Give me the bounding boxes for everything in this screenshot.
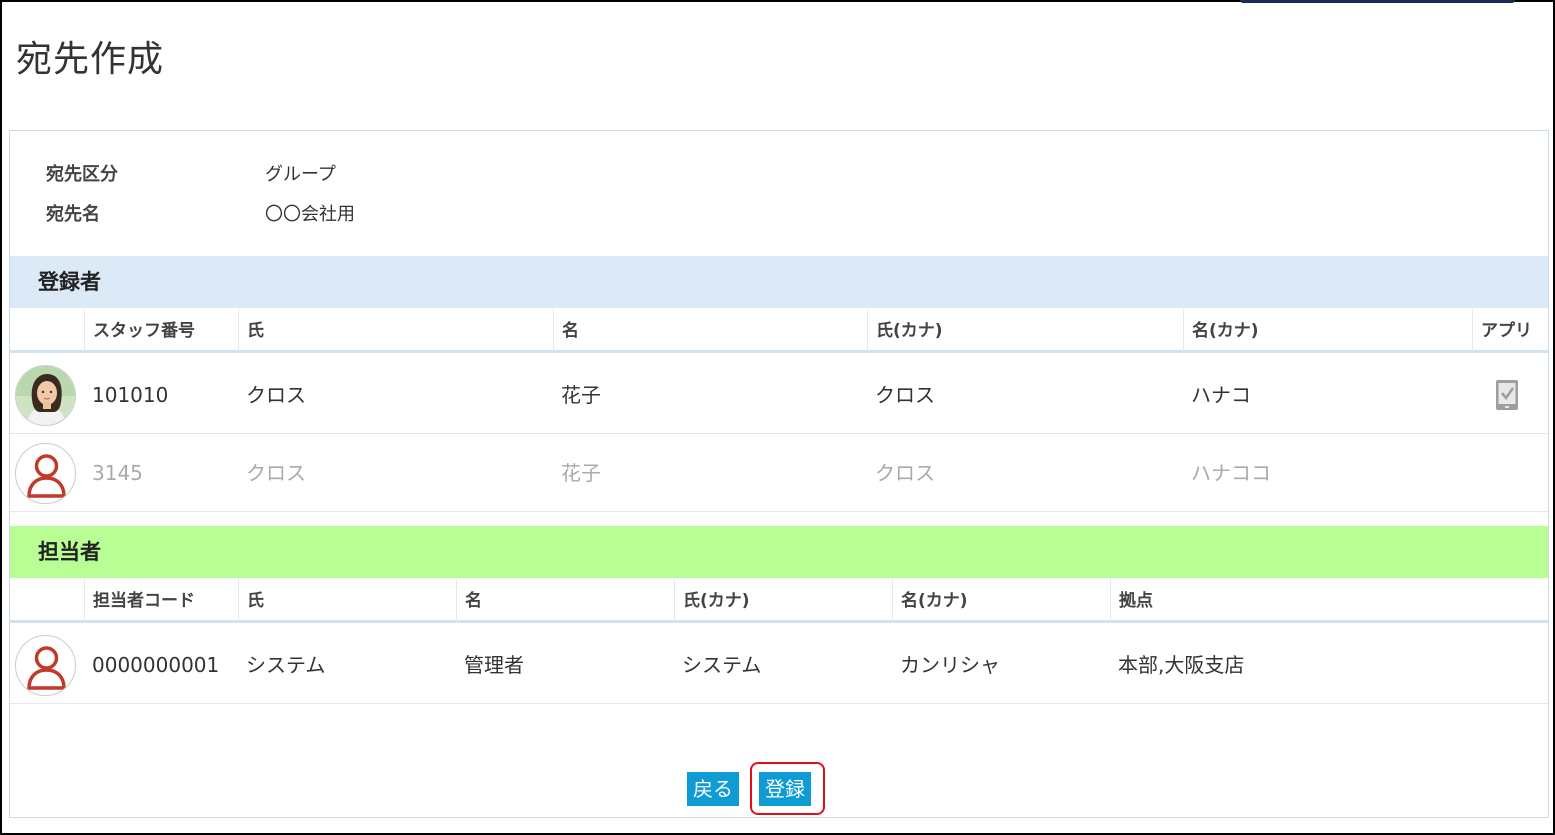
col-last-name[interactable]: 氏 xyxy=(238,309,553,353)
name-value: 〇〇会社用 xyxy=(265,204,355,225)
type-label: 宛先区分 xyxy=(46,164,118,185)
managers-table-header: 担当者コード 氏 名 氏(カナ) 名(カナ) 拠点 xyxy=(10,579,1548,623)
person-placeholder-icon xyxy=(15,443,76,504)
last-name: クロス xyxy=(246,461,306,485)
type-value: グループ xyxy=(265,164,336,185)
first-name: 管理者 xyxy=(464,653,524,677)
name-label: 宛先名 xyxy=(46,204,100,225)
mobile-check-icon xyxy=(1495,379,1519,415)
col-first-kana[interactable]: 名(カナ) xyxy=(892,579,1110,623)
staff-no: 3145 xyxy=(92,461,143,485)
col-staff-no[interactable]: スタッフ番号 xyxy=(84,309,238,353)
col-last-kana[interactable]: 氏(カナ) xyxy=(867,309,1183,353)
col-base[interactable]: 拠点 xyxy=(1110,579,1548,623)
col-app[interactable]: アプリ xyxy=(1472,309,1548,353)
col-first-kana[interactable]: 名(カナ) xyxy=(1183,309,1472,353)
managers-heading: 担当者 xyxy=(10,526,1548,578)
back-button[interactable]: 戻る xyxy=(687,772,739,806)
col-first-name[interactable]: 名 xyxy=(456,579,674,623)
user-photo xyxy=(15,365,76,426)
first-kana: カンリシャ xyxy=(900,653,1000,677)
last-name: クロス xyxy=(246,383,306,407)
staff-no: 101010 xyxy=(92,383,169,407)
page-title: 宛先作成 xyxy=(16,39,165,80)
register-highlight-box xyxy=(750,762,825,815)
first-kana: ハナココ xyxy=(1191,461,1271,485)
table-row[interactable]: 101010 クロス 花子 クロス ハナコ xyxy=(10,356,1548,434)
person-placeholder-icon xyxy=(15,635,76,696)
col-manager-code[interactable]: 担当者コード xyxy=(84,579,238,623)
first-kana: ハナコ xyxy=(1191,383,1251,407)
top-accent-bar xyxy=(1240,0,1515,3)
registrants-heading: 登録者 xyxy=(10,256,1548,308)
col-first-name[interactable]: 名 xyxy=(553,309,867,353)
col-last-kana[interactable]: 氏(カナ) xyxy=(674,579,892,623)
registrants-table-header: スタッフ番号 氏 名 氏(カナ) 名(カナ) アプリ xyxy=(10,309,1548,353)
manager-code: 0000000001 xyxy=(92,653,220,677)
table-row[interactable]: 3145 クロス 花子 クロス ハナココ xyxy=(10,434,1548,512)
first-name: 花子 xyxy=(561,461,601,485)
last-kana: クロス xyxy=(875,383,935,407)
last-name: システム xyxy=(246,653,326,677)
base: 本部,大阪支店 xyxy=(1118,653,1245,677)
table-row[interactable]: 0000000001 システム 管理者 システム カンリシャ 本部,大阪支店 xyxy=(10,626,1548,704)
first-name: 花子 xyxy=(561,383,601,407)
last-kana: システム xyxy=(682,653,762,677)
col-last-name[interactable]: 氏 xyxy=(238,579,456,623)
last-kana: クロス xyxy=(875,461,935,485)
